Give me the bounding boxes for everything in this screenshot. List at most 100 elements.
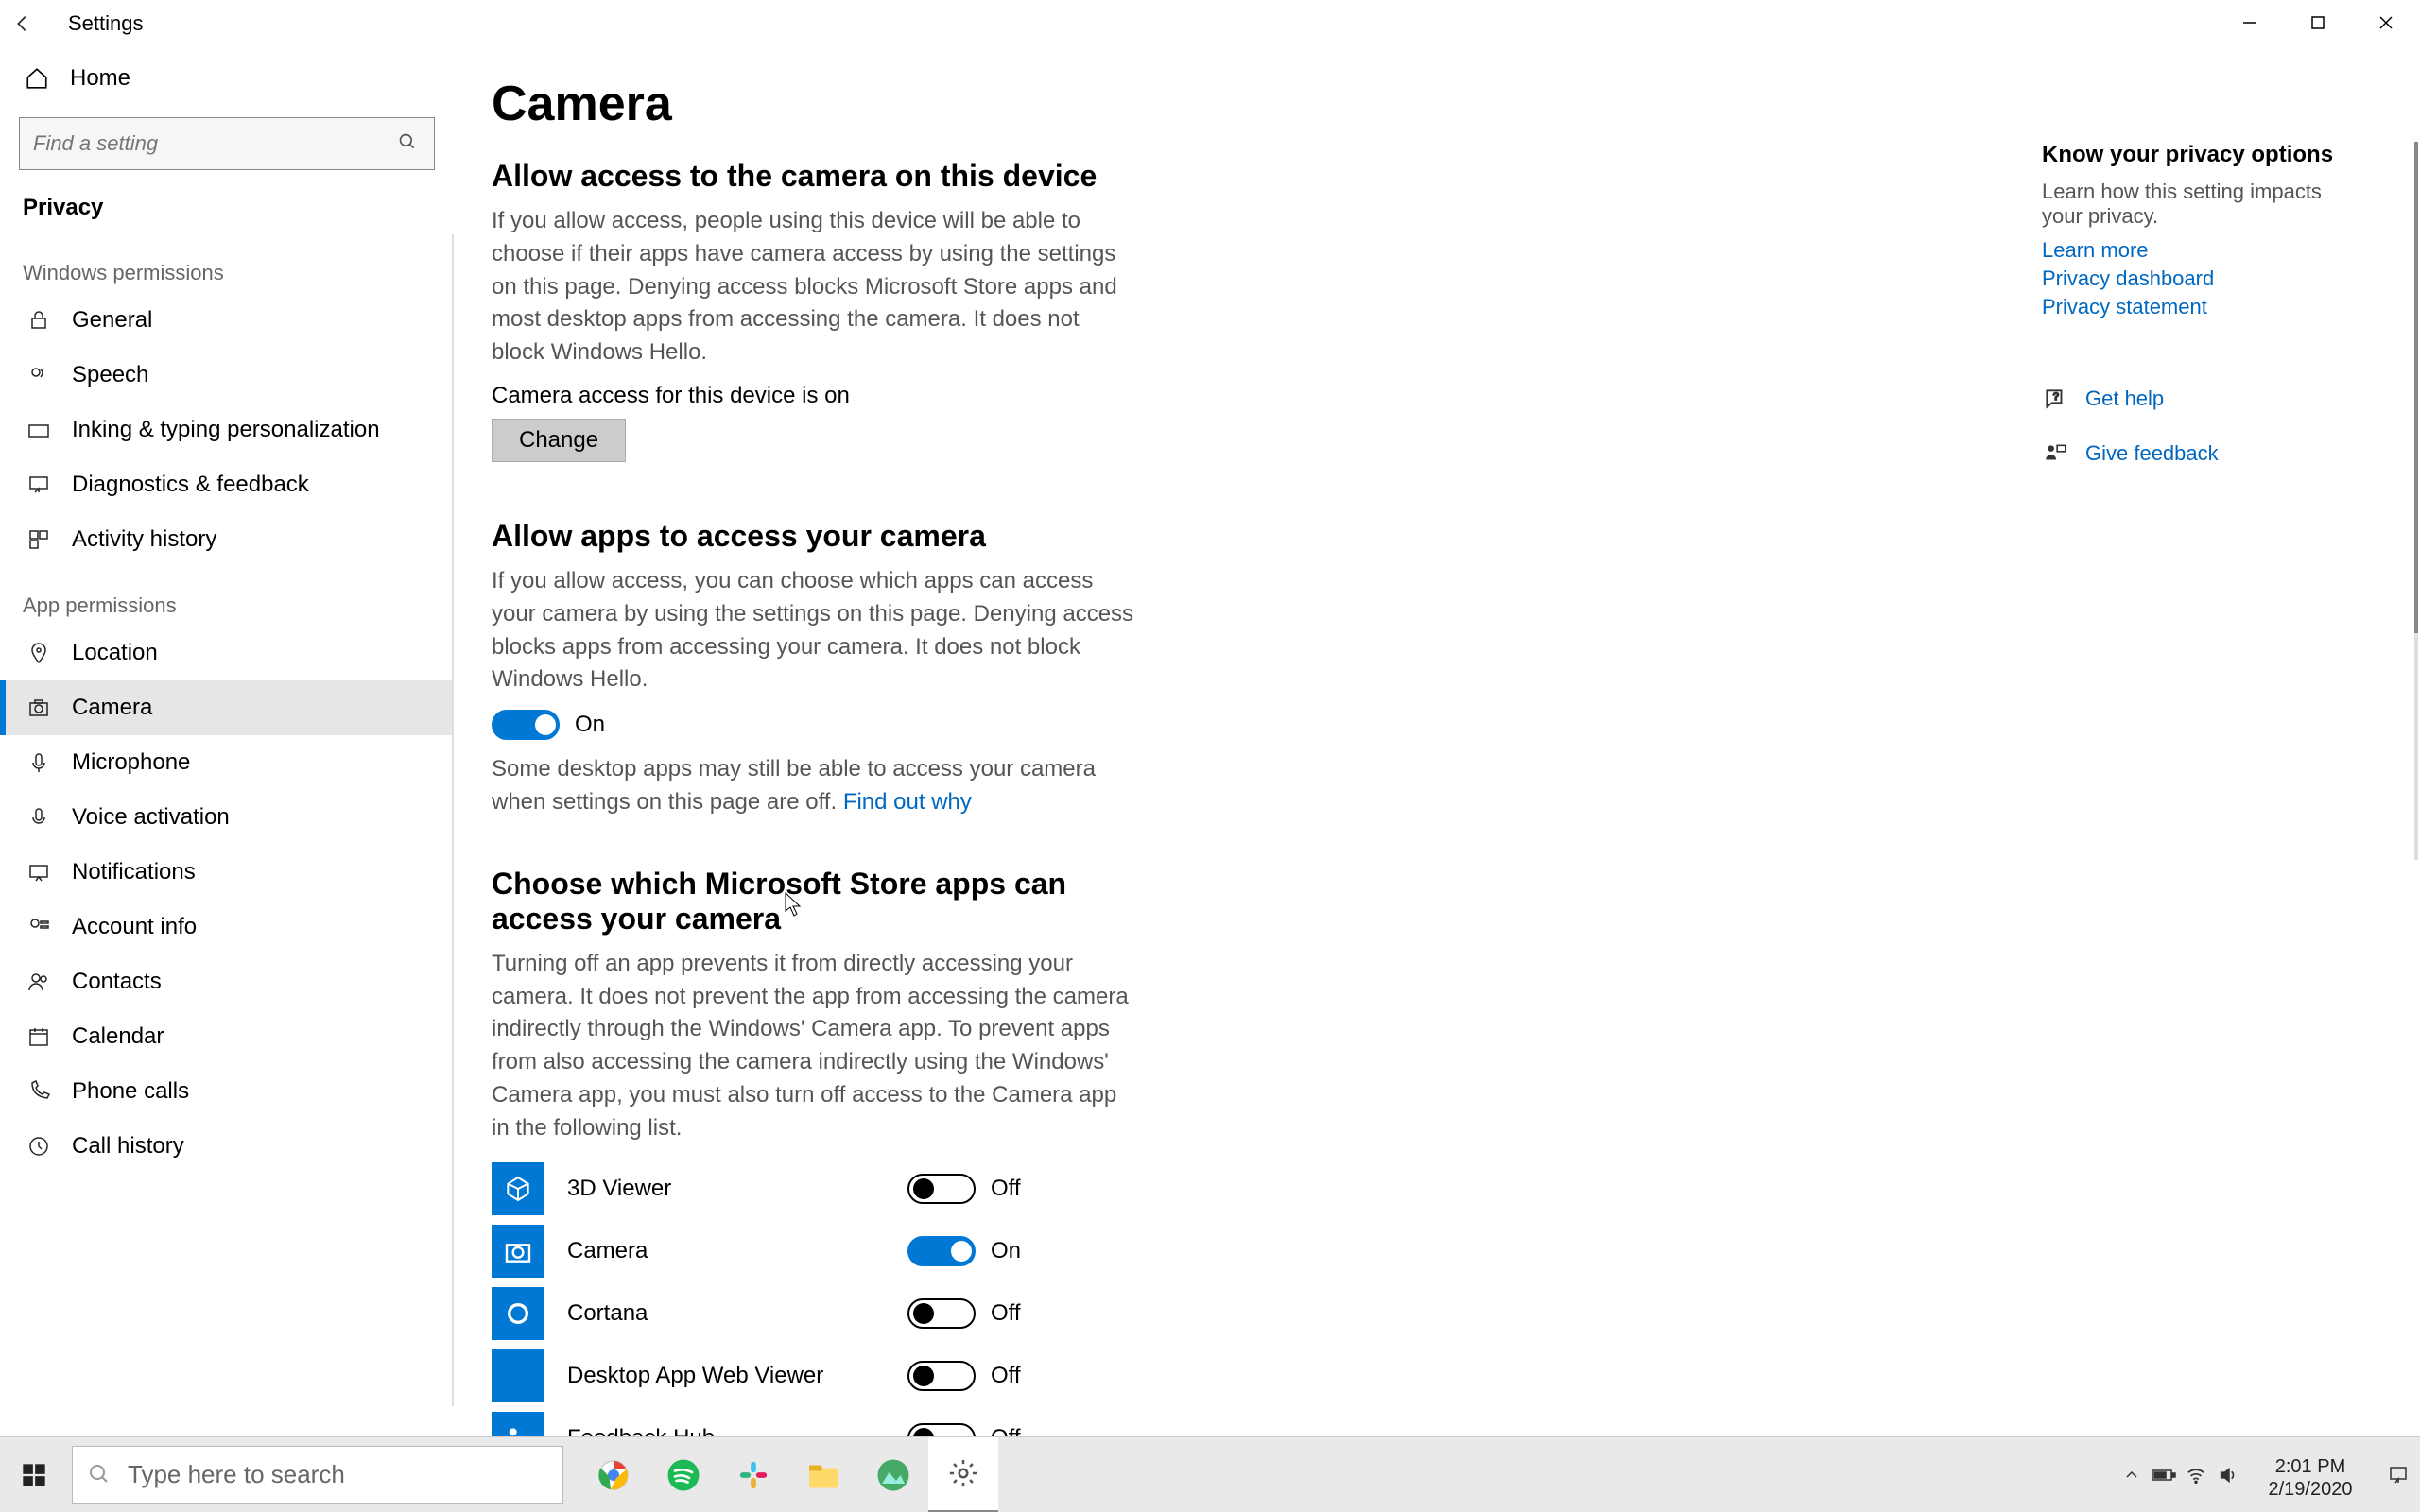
taskbar-search[interactable]: Type here to search xyxy=(72,1446,563,1504)
minimize-button[interactable] xyxy=(2216,0,2284,45)
nav-label: Calendar xyxy=(72,1023,164,1050)
search-icon xyxy=(398,132,421,155)
tray-clock[interactable]: 2:01 PM 2/19/2020 xyxy=(2244,1451,2377,1500)
nav-label: Inking & typing personalization xyxy=(72,417,380,443)
taskbar-spotify[interactable] xyxy=(648,1437,718,1512)
app-icon-3dviewer xyxy=(492,1162,544,1215)
app-toggle-state: Off xyxy=(991,1425,1021,1436)
tray-battery[interactable] xyxy=(2148,1437,2180,1512)
link-learn-more[interactable]: Learn more xyxy=(2042,238,2382,263)
change-button[interactable]: Change xyxy=(492,419,626,462)
nav-voice[interactable]: Voice activation xyxy=(0,790,452,845)
app-icon-cortana xyxy=(492,1287,544,1340)
main-scrollbar[interactable] xyxy=(2412,142,2420,860)
system-tray: 2:01 PM 2/19/2020 xyxy=(2116,1437,2420,1512)
window-title: Settings xyxy=(68,11,144,36)
back-button[interactable] xyxy=(0,1,45,46)
app-row-3dviewer: 3D Viewer Off xyxy=(492,1160,2382,1217)
right-sidebar: Know your privacy options Learn how this… xyxy=(2042,142,2382,467)
nav-camera[interactable]: Camera xyxy=(0,680,452,735)
history-icon xyxy=(25,525,53,554)
app-row-camera: Camera On xyxy=(492,1223,2382,1280)
close-button[interactable] xyxy=(2352,0,2420,45)
feedback-icon xyxy=(25,471,53,499)
app-toggle-3dviewer[interactable] xyxy=(908,1174,976,1204)
app-toggle-state: Off xyxy=(991,1300,1021,1327)
tray-volume[interactable] xyxy=(2212,1437,2244,1512)
give-feedback-row[interactable]: Give feedback xyxy=(2042,440,2382,467)
nav-label: Camera xyxy=(72,695,152,721)
camera-icon xyxy=(25,694,53,722)
app-icon-camera xyxy=(492,1225,544,1278)
nav-microphone[interactable]: Microphone xyxy=(0,735,452,790)
get-help-row[interactable]: ? Get help xyxy=(2042,386,2382,412)
taskbar-settings[interactable] xyxy=(928,1437,998,1512)
maximize-button[interactable] xyxy=(2284,0,2352,45)
section-apps-access-body: If you allow access, you can choose whic… xyxy=(492,565,1134,696)
app-name: Feedback Hub xyxy=(567,1425,908,1436)
app-name: 3D Viewer xyxy=(567,1176,908,1202)
section-apps-access-title: Allow apps to access your camera xyxy=(492,519,2382,554)
get-help-link[interactable]: Get help xyxy=(2085,387,2164,411)
app-toggle-camera[interactable] xyxy=(908,1236,976,1266)
nav-scroll[interactable]: Windows permissions General Speech Inkin… xyxy=(0,234,454,1406)
find-out-why-link[interactable]: Find out why xyxy=(843,789,972,815)
taskbar-apps xyxy=(579,1437,998,1512)
sidebar: Home Privacy Windows permissions General… xyxy=(0,47,454,1436)
nav-calendar[interactable]: Calendar xyxy=(0,1009,452,1064)
taskbar-slack[interactable] xyxy=(718,1437,788,1512)
titlebar: Settings xyxy=(0,0,2420,47)
taskbar-search-placeholder: Type here to search xyxy=(128,1460,345,1489)
app-row-desktopweb: Desktop App Web Viewer Off xyxy=(492,1348,2382,1404)
tray-notifications[interactable] xyxy=(2377,1437,2420,1512)
app-name: Cortana xyxy=(567,1300,908,1327)
app-row-cortana: Cortana Off xyxy=(492,1285,2382,1342)
nav-label: Location xyxy=(72,640,158,666)
feedback-icon xyxy=(2042,440,2068,467)
search-input[interactable] xyxy=(33,131,398,156)
app-list: 3D Viewer Off Camera On Cortana Off Desk… xyxy=(492,1160,2382,1436)
speech-icon xyxy=(25,361,53,389)
phone-icon xyxy=(25,1077,53,1106)
apps-access-toggle[interactable] xyxy=(492,710,560,740)
nav-label: Microphone xyxy=(72,749,190,776)
privacy-options-body: Learn how this setting impacts your priv… xyxy=(2042,180,2363,229)
tray-chevron[interactable] xyxy=(2116,1437,2148,1512)
svg-text:?: ? xyxy=(2053,391,2059,403)
tray-wifi[interactable] xyxy=(2180,1437,2212,1512)
nav-general[interactable]: General xyxy=(0,293,452,348)
page-title: Camera xyxy=(492,76,2382,132)
link-privacy-dashboard[interactable]: Privacy dashboard xyxy=(2042,266,2382,291)
app-name: Camera xyxy=(567,1238,908,1264)
search-box[interactable] xyxy=(19,117,435,170)
nav-location[interactable]: Location xyxy=(0,626,452,680)
nav-inking[interactable]: Inking & typing personalization xyxy=(0,403,452,457)
microphone-icon xyxy=(25,748,53,777)
nav-phone[interactable]: Phone calls xyxy=(0,1064,452,1119)
category-label: Privacy xyxy=(0,181,454,234)
nav-callhistory[interactable]: Call history xyxy=(0,1119,452,1174)
taskbar-chrome[interactable] xyxy=(579,1437,648,1512)
taskbar-explorer[interactable] xyxy=(788,1437,858,1512)
start-button[interactable] xyxy=(0,1437,68,1512)
apps-access-toggle-state: On xyxy=(575,712,605,738)
nav-notifications[interactable]: Notifications xyxy=(0,845,452,900)
app-toggle-desktopweb[interactable] xyxy=(908,1361,976,1391)
app-row-feedbackhub: Feedback Hub Off xyxy=(492,1410,2382,1436)
nav-activity[interactable]: Activity history xyxy=(0,512,452,567)
taskbar-photos[interactable] xyxy=(858,1437,928,1512)
location-icon xyxy=(25,639,53,667)
give-feedback-link[interactable]: Give feedback xyxy=(2085,441,2219,466)
help-icon: ? xyxy=(2042,386,2068,412)
app-toggle-cortana[interactable] xyxy=(908,1298,976,1329)
nav-label: Notifications xyxy=(72,859,196,885)
link-privacy-statement[interactable]: Privacy statement xyxy=(2042,295,2382,319)
nav-account[interactable]: Account info xyxy=(0,900,452,954)
nav-speech[interactable]: Speech xyxy=(0,348,452,403)
nav-contacts[interactable]: Contacts xyxy=(0,954,452,1009)
app-toggle-feedbackhub[interactable] xyxy=(908,1423,976,1436)
nav-label: Call history xyxy=(72,1133,184,1160)
nav-diagnostics[interactable]: Diagnostics & feedback xyxy=(0,457,452,512)
nav-label: Account info xyxy=(72,914,197,940)
home-button[interactable]: Home xyxy=(0,47,454,110)
